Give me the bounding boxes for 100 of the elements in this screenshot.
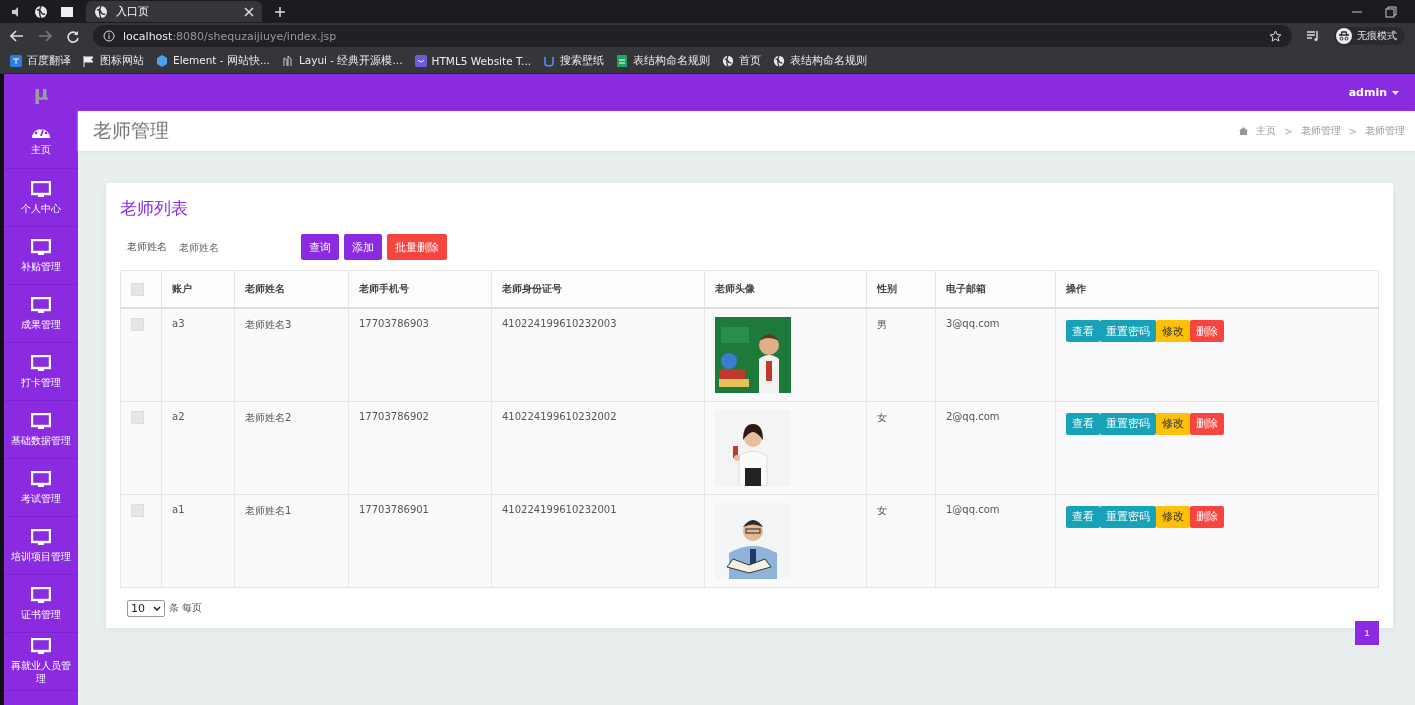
bookmark-icon — [773, 55, 786, 67]
table-cell: 17703786901 — [348, 494, 492, 587]
action-button[interactable]: 修改 — [1156, 412, 1190, 435]
globe-icon — [94, 4, 108, 19]
window-icon[interactable] — [60, 5, 74, 18]
bookmark[interactable]: 搜索壁纸 — [543, 54, 605, 68]
monitor-icon — [31, 528, 51, 545]
breadcrumb-link[interactable]: 主页 — [1256, 124, 1277, 138]
checkbox[interactable] — [131, 410, 144, 424]
table-cell: a1 — [161, 494, 235, 587]
table-cell: 410224199610232003 — [491, 308, 705, 401]
home-icon — [1239, 127, 1249, 135]
bookmark-icon — [616, 55, 629, 67]
checkbox[interactable] — [131, 503, 144, 517]
reload-icon[interactable] — [66, 29, 79, 43]
bookmark-icon — [414, 55, 427, 67]
column-header: 账户 — [161, 270, 235, 308]
star-icon[interactable] — [1269, 29, 1282, 43]
batch-delete-button[interactable]: 批量删除 — [387, 234, 447, 260]
monitor-icon — [31, 470, 51, 487]
close-icon[interactable] — [244, 6, 254, 17]
monitor-icon — [31, 586, 51, 603]
globe-icon[interactable] — [34, 4, 48, 19]
bookmark[interactable]: 百度翻译 — [10, 54, 71, 68]
monitor-icon — [31, 180, 51, 197]
breadcrumb-separator: > — [1348, 125, 1357, 137]
action-button[interactable]: 删除 — [1190, 412, 1224, 435]
page-size-select[interactable]: 10 — [127, 599, 165, 617]
action-button[interactable]: 查看 — [1066, 505, 1100, 528]
column-header: 性别 — [866, 270, 936, 308]
playlist-icon[interactable] — [1306, 30, 1320, 42]
bookmark-icon — [83, 55, 95, 67]
page-title: 老师管理 — [93, 118, 169, 143]
table-cell: 女 — [866, 401, 936, 494]
action-button[interactable]: 重置密码 — [1100, 320, 1156, 342]
table-cell: 老师姓名1 — [234, 494, 349, 587]
bookmark[interactable]: 首页 — [722, 54, 762, 68]
restore-icon[interactable] — [1385, 5, 1397, 18]
table-cell: 女 — [866, 494, 936, 587]
page-button[interactable]: 1 — [1355, 620, 1379, 645]
monitor-icon — [31, 638, 51, 654]
checkbox[interactable] — [131, 318, 144, 331]
table-cell: 1@qq.com — [935, 494, 1056, 587]
column-header: 老师头像 — [704, 270, 867, 308]
info-icon — [103, 30, 115, 42]
column-header: 老师身份证号 — [491, 270, 705, 308]
table-cell: 男 — [866, 308, 936, 401]
table-cell: 3@qq.com — [935, 308, 1056, 401]
action-button[interactable]: 查看 — [1066, 320, 1100, 342]
column-header: 电子邮箱 — [935, 270, 1056, 308]
chevron-down-icon — [153, 605, 161, 611]
table-cell: 17703786902 — [348, 401, 492, 494]
incognito-icon — [1336, 28, 1352, 44]
monitor-icon — [31, 354, 51, 371]
url-text: localhost:8080/shequzaijiuye/index.jsp — [123, 29, 337, 43]
column-header: 操作 — [1055, 270, 1379, 308]
table-cell: a3 — [161, 308, 235, 401]
browser-tab[interactable]: 入口页 — [86, 1, 262, 22]
table-cell: 2@qq.com — [935, 401, 1056, 494]
address-bar[interactable]: localhost:8080/shequzaijiuye/index.jsp — [93, 25, 1292, 47]
table-cell: 17703786903 — [348, 308, 492, 401]
action-button[interactable]: 修改 — [1156, 505, 1190, 528]
bookmark[interactable]: 表结构命名规则 — [616, 54, 711, 68]
new-tab-icon[interactable] — [274, 5, 286, 18]
table-cell: a2 — [161, 401, 235, 494]
action-button[interactable]: 修改 — [1156, 320, 1190, 342]
checkbox[interactable] — [131, 282, 144, 296]
breadcrumb-link[interactable]: 老师管理 — [1365, 124, 1405, 138]
toolbar-button[interactable]: 添加 — [344, 234, 382, 260]
back-icon[interactable] — [10, 30, 24, 42]
forward-icon[interactable] — [38, 30, 52, 42]
breadcrumb-link[interactable]: 老师管理 — [1300, 124, 1341, 138]
table-cell: 410224199610232002 — [491, 401, 705, 494]
incognito-button[interactable]: 无痕模式 — [1334, 27, 1405, 45]
action-button[interactable]: 删除 — [1190, 320, 1224, 342]
action-button[interactable]: 查看 — [1066, 412, 1100, 435]
toolbar-button[interactable]: 查询 — [301, 234, 339, 260]
user-menu[interactable]: admin — [1348, 86, 1399, 99]
breadcrumb-separator: > — [1284, 125, 1293, 137]
bookmark-icon — [722, 55, 735, 67]
action-button[interactable]: 删除 — [1190, 505, 1224, 528]
action-button[interactable]: 重置密码 — [1100, 412, 1156, 435]
table-cell: 410224199610232001 — [491, 494, 705, 587]
bookmark-icon — [543, 55, 556, 67]
bookmark[interactable]: Element - 网站快... — [156, 54, 270, 68]
logo: μ — [32, 79, 50, 107]
bookmark[interactable]: 图标网站 — [83, 54, 144, 68]
monitor-icon — [31, 238, 51, 255]
bookmark[interactable]: Layui - 经典开源模... — [281, 54, 403, 68]
bookmark-icon — [156, 55, 168, 67]
field-label: 老师姓名 — [127, 240, 167, 254]
bookmark[interactable]: HTML5 Website T... — [414, 55, 532, 67]
card-title: 老师列表 — [120, 197, 189, 220]
table-cell: 老师姓名2 — [234, 401, 349, 494]
bookmark[interactable]: 表结构命名规则 — [773, 54, 868, 68]
table-cell: 老师姓名3 — [234, 308, 349, 401]
action-button[interactable]: 重置密码 — [1100, 505, 1156, 528]
column-header: 老师手机号 — [348, 270, 492, 308]
page-size-label: 条 每页 — [169, 601, 203, 615]
column-header: 老师姓名 — [234, 270, 349, 308]
